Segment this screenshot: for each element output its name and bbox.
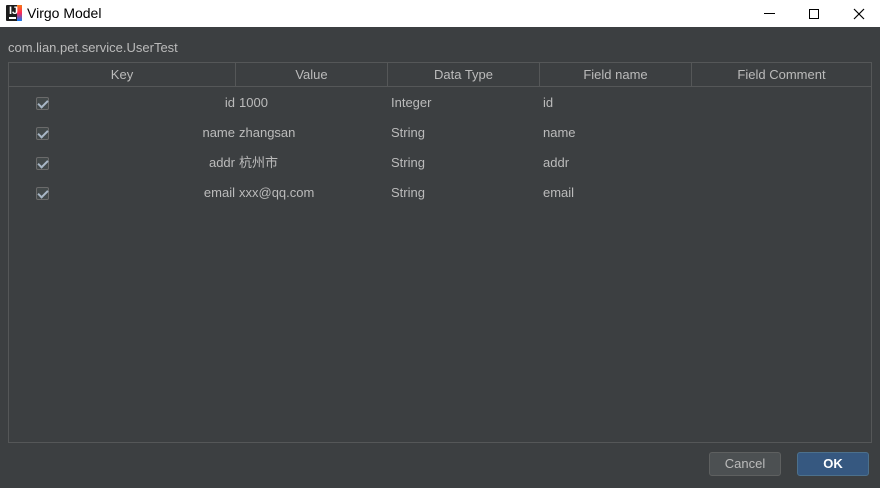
ok-button[interactable]: OK [797, 452, 869, 476]
key-cell: addr [208, 155, 235, 170]
key-cell: email [203, 185, 235, 200]
field-name-cell[interactable]: name [543, 118, 576, 148]
value-cell[interactable]: xxx@qq.com [239, 178, 314, 208]
column-header-data-type[interactable]: Data Type [388, 63, 540, 87]
minimize-button[interactable] [746, 0, 792, 27]
value-cell[interactable]: zhangsan [239, 118, 295, 148]
data-type-cell[interactable]: String [391, 178, 425, 208]
key-cell: name [202, 125, 235, 140]
minimize-icon [763, 13, 775, 14]
key-cell: id [224, 95, 235, 110]
close-icon [853, 8, 865, 19]
class-name-label: com.lian.pet.service.UserTest [8, 40, 178, 55]
field-name-cell[interactable]: id [543, 88, 553, 118]
column-header-key[interactable]: Key [9, 63, 236, 87]
column-header-value[interactable]: Value [236, 63, 388, 87]
model-table: Key Value Data Type Field name Field Com… [8, 62, 872, 443]
row-checkbox[interactable] [36, 157, 49, 170]
table-row[interactable]: id 1000 Integer id [9, 88, 871, 118]
close-button[interactable] [836, 0, 880, 27]
cancel-button[interactable]: Cancel [709, 452, 781, 476]
table-row[interactable]: email xxx@qq.com String email [9, 178, 871, 208]
maximize-icon [809, 8, 819, 19]
column-header-field-comment[interactable]: Field Comment [692, 63, 871, 87]
value-cell[interactable]: 杭州市 [239, 148, 278, 178]
maximize-button[interactable] [791, 0, 837, 27]
data-type-cell[interactable]: String [391, 148, 425, 178]
value-cell[interactable]: 1000 [239, 88, 268, 118]
row-checkbox[interactable] [36, 187, 49, 200]
app-icon: IJ [6, 5, 22, 21]
data-type-cell[interactable]: Integer [391, 88, 431, 118]
table-row[interactable]: name zhangsan String name [9, 118, 871, 148]
window-title: Virgo Model [27, 5, 102, 21]
field-name-cell[interactable]: addr [543, 148, 569, 178]
table-row[interactable]: addr 杭州市 String addr [9, 148, 871, 178]
column-header-field-name[interactable]: Field name [540, 63, 692, 87]
row-checkbox[interactable] [36, 97, 49, 110]
title-bar: IJ Virgo Model [0, 0, 880, 27]
row-checkbox[interactable] [36, 127, 49, 140]
field-name-cell[interactable]: email [543, 178, 574, 208]
data-type-cell[interactable]: String [391, 118, 425, 148]
table-header: Key Value Data Type Field name Field Com… [9, 63, 871, 87]
